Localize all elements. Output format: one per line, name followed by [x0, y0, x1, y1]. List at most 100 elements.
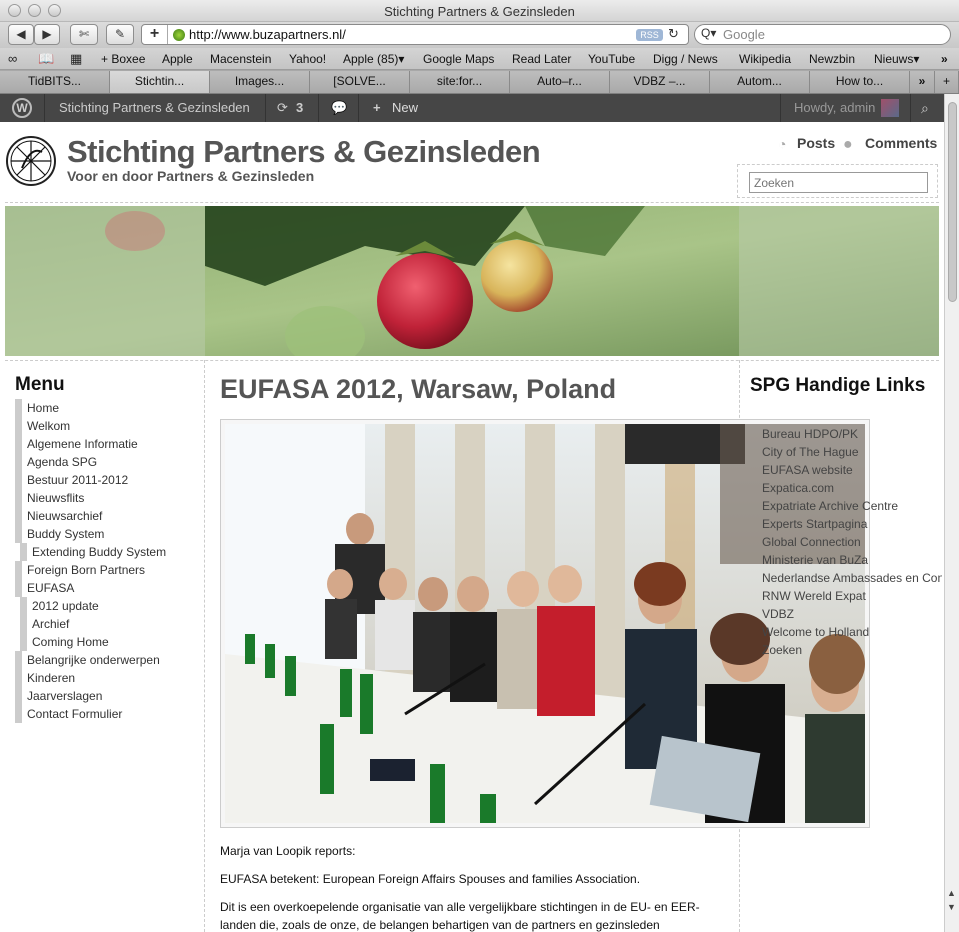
scroll-down-arrow[interactable]: ▼: [947, 902, 956, 912]
reload-icon[interactable]: ↻: [668, 26, 679, 42]
tab[interactable]: VDBZ –...: [610, 71, 710, 93]
sidebar-link[interactable]: Expatica.com: [762, 479, 942, 497]
site-logo[interactable]: [6, 136, 56, 186]
forward-button[interactable]: ▶: [34, 24, 60, 45]
url-text[interactable]: http://www.buzapartners.nl/: [189, 27, 346, 42]
bookmark-item[interactable]: Google Maps: [423, 52, 494, 66]
divider: [5, 202, 939, 203]
new-content-button[interactable]: New: [392, 100, 418, 115]
menu-item[interactable]: Buddy System: [15, 525, 200, 543]
bookmark-item[interactable]: Wikipedia: [739, 52, 791, 66]
admin-site-name[interactable]: Stichting Partners & Gezinsleden: [59, 100, 250, 115]
bookmark-item[interactable]: Nieuws▾: [874, 52, 919, 66]
comments-icon[interactable]: 💬: [331, 100, 347, 116]
sidebar-link[interactable]: Global Connection: [762, 533, 942, 551]
comments-feed-link[interactable]: Comments: [865, 135, 937, 151]
post-title[interactable]: EUFASA 2012, Warsaw, Poland: [220, 374, 616, 405]
grid-icon[interactable]: ▦: [70, 51, 82, 67]
bookmark-item[interactable]: Apple (85)▾: [343, 52, 404, 66]
sidebar-link[interactable]: RNW Wereld Expat: [762, 587, 942, 605]
menu-item[interactable]: 2012 update: [20, 597, 200, 615]
separator: [358, 94, 359, 122]
sidebar-link[interactable]: Bureau HDPO/PK: [762, 425, 942, 443]
sidebar-link[interactable]: Ministerie van BuZa: [762, 551, 942, 569]
avatar[interactable]: [881, 99, 899, 117]
bookmark-item[interactable]: Macenstein: [210, 52, 271, 66]
annotate-icon[interactable]: ✎: [106, 24, 134, 45]
menu-item[interactable]: Extending Buddy System: [20, 543, 200, 561]
tab[interactable]: Images...: [210, 71, 310, 93]
menu-item[interactable]: Contact Formulier: [15, 705, 200, 723]
search-icon: Q▾: [701, 26, 717, 40]
menu-item[interactable]: Foreign Born Partners: [15, 561, 200, 579]
menu-item[interactable]: Welkom: [15, 417, 200, 435]
tab[interactable]: How to...: [810, 71, 910, 93]
sidebar-link[interactable]: EUFASA website: [762, 461, 942, 479]
post-paragraph: Dit is een overkoepelende organisatie va…: [220, 900, 700, 932]
add-bookmark-icon[interactable]: +: [142, 25, 168, 44]
bookmark-item[interactable]: YouTube: [588, 52, 635, 66]
sidebar-link[interactable]: Zoeken: [762, 641, 942, 659]
menu-item[interactable]: Coming Home: [20, 633, 200, 651]
sidebar-link[interactable]: Experts Startpagina: [762, 515, 942, 533]
scroll-up-arrow[interactable]: ▲: [947, 888, 956, 898]
snapback-icon[interactable]: ✄: [70, 24, 98, 45]
bookmark-item[interactable]: Apple: [162, 52, 193, 66]
address-bar[interactable]: + http://www.buzapartners.nl/ RSS ↻: [141, 24, 689, 45]
bookmark-item[interactable]: Newzbin: [809, 52, 855, 66]
search-icon[interactable]: ⌕: [921, 100, 929, 117]
sidebar-link[interactable]: VDBZ: [762, 605, 942, 623]
tab[interactable]: TidBITS...: [0, 71, 110, 93]
updates-count[interactable]: 3: [296, 100, 303, 115]
back-button[interactable]: ◀: [8, 24, 34, 45]
window-title: Stichting Partners & Gezinsleden: [384, 4, 575, 19]
post-paragraph: EUFASA betekent: European Foreign Affair…: [220, 872, 641, 886]
site-title[interactable]: Stichting Partners & Gezinsleden: [67, 134, 541, 170]
tab[interactable]: Auto–r...: [510, 71, 610, 93]
column-divider: [204, 360, 205, 932]
menu-item[interactable]: Agenda SPG: [15, 453, 200, 471]
window-titlebar: Stichting Partners & Gezinsleden: [0, 0, 959, 22]
reading-glasses-icon[interactable]: ∞: [8, 51, 17, 66]
wordpress-logo-icon[interactable]: W: [12, 98, 32, 118]
more-bookmarks-icon[interactable]: »: [941, 52, 948, 66]
bookmark-item[interactable]: + Boxee: [101, 52, 145, 66]
menu-item[interactable]: Belangrijke onderwerpen: [15, 651, 200, 669]
book-icon[interactable]: 📖: [38, 51, 54, 67]
site-search-input[interactable]: [749, 172, 928, 193]
bookmark-item[interactable]: Read Later: [512, 52, 571, 66]
plus-icon[interactable]: +: [373, 100, 381, 115]
menu-item[interactable]: Archief: [20, 615, 200, 633]
page-scrollbar[interactable]: ▲ ▼: [944, 94, 959, 932]
menu-item[interactable]: Nieuwsarchief: [15, 507, 200, 525]
tab[interactable]: site:for...: [410, 71, 510, 93]
bookmark-item[interactable]: Digg / News: [653, 52, 718, 66]
site-favicon: [173, 29, 185, 41]
tab[interactable]: Autom...: [710, 71, 810, 93]
rss-icon: ◔: [778, 136, 787, 152]
search-field[interactable]: Q▾ Google: [694, 24, 951, 45]
new-tab-icon[interactable]: +: [935, 71, 959, 93]
sidebar-link[interactable]: Nederlandse Ambassades en Consulaten: [762, 569, 942, 587]
post-byline: Marja van Loopik reports:: [220, 844, 356, 858]
scroll-thumb[interactable]: [948, 102, 957, 302]
menu-item[interactable]: Kinderen: [15, 669, 200, 687]
howdy-text[interactable]: Howdy, admin: [794, 100, 875, 115]
menu-item[interactable]: EUFASA: [15, 579, 200, 597]
sidebar-link[interactable]: City of The Hague: [762, 443, 942, 461]
menu-item[interactable]: Bestuur 2011-2012: [15, 471, 200, 489]
posts-feed-link[interactable]: Posts: [797, 135, 835, 151]
sidebar-link[interactable]: Expatriate Archive Centre: [762, 497, 942, 515]
menu-item[interactable]: Algemene Informatie: [15, 435, 200, 453]
menu-item[interactable]: Home: [15, 399, 200, 417]
tab-active[interactable]: Stichtin...: [110, 71, 210, 93]
menu-item[interactable]: Nieuwsflits: [15, 489, 200, 507]
rss-badge[interactable]: RSS: [636, 29, 663, 41]
tab[interactable]: [SOLVE...: [310, 71, 410, 93]
divider: [5, 360, 939, 361]
more-tabs-icon[interactable]: »: [910, 71, 935, 93]
updates-icon[interactable]: ⟳: [277, 100, 288, 116]
menu-item[interactable]: Jaarverslagen: [15, 687, 200, 705]
bookmark-item[interactable]: Yahoo!: [289, 52, 326, 66]
sidebar-link[interactable]: Welcome to Holland: [762, 623, 942, 641]
